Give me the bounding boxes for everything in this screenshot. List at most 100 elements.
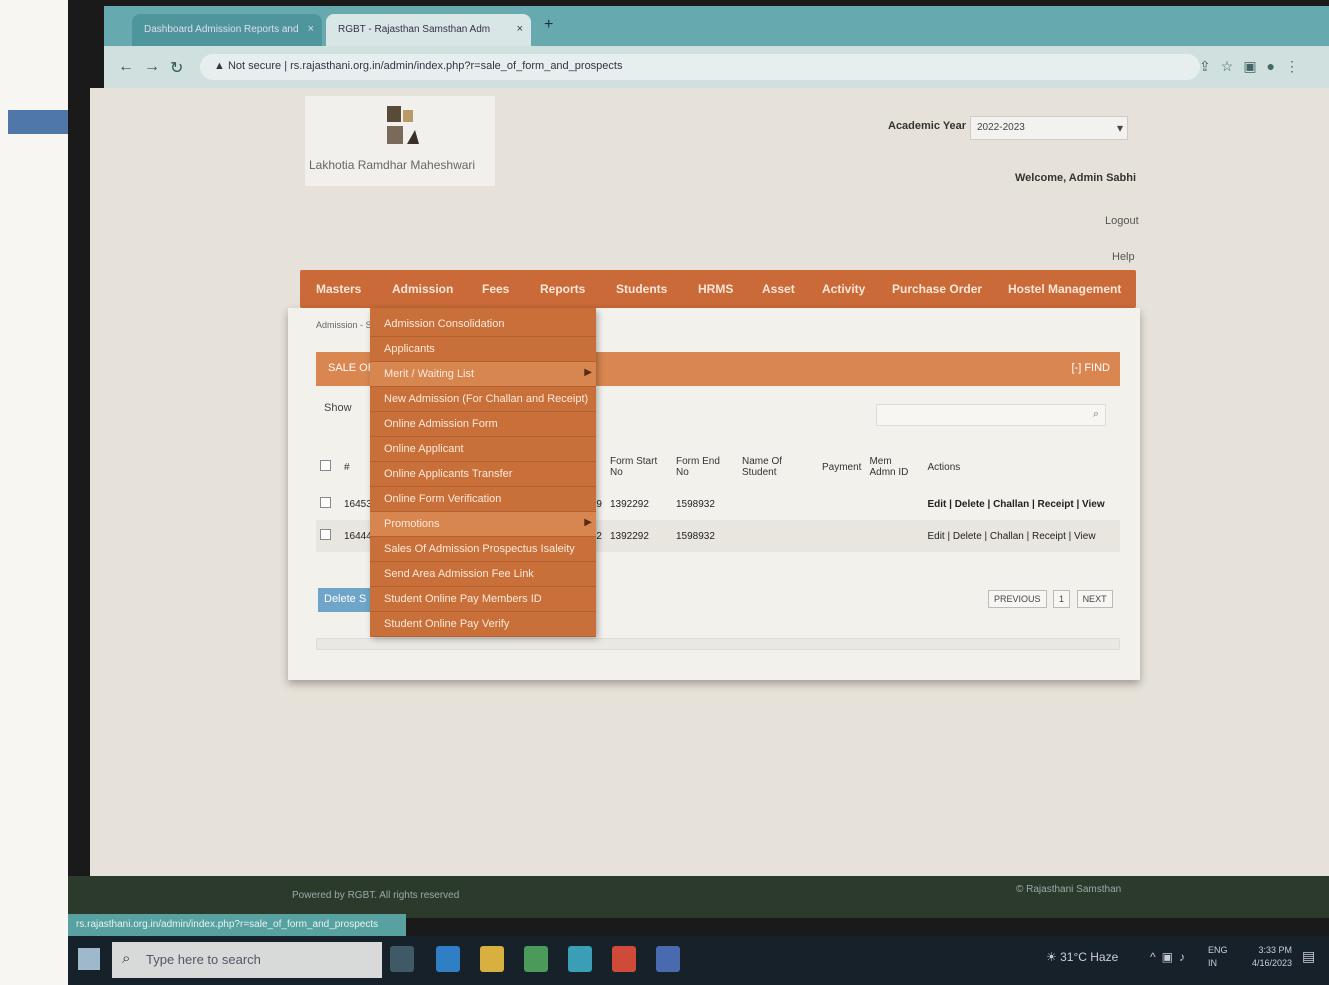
col-student-name[interactable]: Name Of Student	[738, 446, 818, 488]
menu-item-label: Online Applicant	[384, 443, 464, 455]
menu-item-admission-consolidation[interactable]: Admission Consolidation	[370, 312, 596, 337]
col-payment[interactable]: Payment	[818, 446, 865, 488]
menu-item-label: Online Applicants Transfer	[384, 468, 513, 480]
row-actions[interactable]: Edit | Delete | Challan | Receipt | View	[923, 488, 1120, 520]
sun-icon: ☀	[1046, 950, 1061, 964]
close-icon[interactable]: ×	[308, 23, 314, 35]
forward-icon[interactable]: →	[144, 58, 160, 76]
row-form-start: 1392292	[610, 498, 649, 510]
clock-time: 3:33 PM	[1258, 945, 1292, 955]
previous-page-button[interactable]: PREVIOUS	[988, 590, 1047, 608]
menu-item-label: Student Online Pay Members ID	[384, 593, 542, 605]
taskbar-search[interactable]: ⌕ Type here to search	[112, 942, 382, 978]
menu-item-label: Send Area Admission Fee Link	[384, 568, 534, 580]
row-payment	[818, 488, 865, 520]
file-explorer-icon[interactable]	[480, 946, 504, 972]
help-link[interactable]: Help	[1112, 251, 1135, 263]
menu-item-send-area-admission-fee-link[interactable]: Send Area Admission Fee Link	[370, 562, 596, 587]
language-top: ENG	[1208, 945, 1228, 955]
reload-icon[interactable]: ↻	[170, 58, 183, 78]
warning-icon: ▲	[214, 60, 225, 72]
row-payment	[818, 520, 866, 552]
menu-item-label: Merit / Waiting List	[384, 368, 475, 380]
school-name: Lakhotia Ramdhar Maheshwari	[309, 158, 476, 172]
nav-asset[interactable]: Asset	[762, 282, 795, 296]
menu-item-label: Sales Of Admission Prospectus Isaleity	[384, 543, 575, 555]
tab-label: RGBT - Rajasthan Samsthan Adm	[338, 24, 491, 35]
show-entries-label: Show	[324, 402, 352, 414]
logout-link[interactable]: Logout	[1105, 215, 1139, 227]
browser-tab-bar: Dashboard Admission Reports and × RGBT -…	[104, 6, 1329, 46]
edge-icon[interactable]	[436, 946, 460, 972]
nav-masters[interactable]: Masters	[316, 282, 361, 296]
close-icon[interactable]: ×	[517, 23, 523, 35]
row-mem-admn-id	[865, 488, 923, 520]
select-all-checkbox[interactable]	[320, 460, 331, 471]
taskbar-search-placeholder: Type here to search	[146, 952, 261, 967]
nav-purchase-order[interactable]: Purchase Order	[892, 282, 982, 296]
nav-hrms[interactable]: HRMS	[698, 282, 733, 296]
menu-item-sales-of-admission-prospectus[interactable]: Sales Of Admission Prospectus Isaleity	[370, 537, 596, 562]
row-student-name	[738, 520, 818, 552]
menu-item-online-form-verification[interactable]: Online Form Verification	[370, 487, 596, 512]
menu-item-online-admission-form[interactable]: Online Admission Form	[370, 412, 596, 437]
welcome-text: Welcome, Admin Sabhi	[1015, 172, 1137, 184]
panel-controls[interactable]: [-] FIND	[1072, 362, 1111, 374]
language-indicator[interactable]: ENG IN	[1208, 944, 1228, 970]
browser-toolbar-icons[interactable]: ⇪☆▣●⋮	[1199, 58, 1309, 75]
delete-selected-button[interactable]: Delete S	[318, 588, 376, 612]
back-icon[interactable]: ←	[118, 58, 134, 76]
menu-item-label: Student Online Pay Verify	[384, 618, 510, 630]
row-form-start: 1392292	[606, 520, 672, 552]
menu-item-student-online-pay-verify[interactable]: Student Online Pay Verify	[370, 612, 596, 637]
nav-reports[interactable]: Reports	[540, 282, 585, 296]
col-form-start[interactable]: Form Start No	[606, 446, 672, 488]
academic-year-label: Academic Year :	[888, 120, 973, 132]
menu-item-new-admission[interactable]: New Admission (For Challan and Receipt)	[370, 387, 596, 412]
nav-fees[interactable]: Fees	[482, 282, 509, 296]
chrome-icon[interactable]	[612, 946, 636, 972]
next-page-button[interactable]: NEXT	[1076, 590, 1113, 608]
page-number-button[interactable]: 1	[1053, 590, 1071, 608]
weather-widget[interactable]: ☀ 31°C Haze	[1046, 950, 1118, 964]
store-icon[interactable]	[524, 946, 548, 972]
nav-activity[interactable]: Activity	[822, 282, 865, 296]
col-form-end[interactable]: Form End No	[672, 446, 738, 488]
language-bottom: IN	[1208, 958, 1217, 968]
row-checkbox[interactable]	[320, 497, 331, 508]
url-input[interactable]: ▲ Not secure | rs.rajasthani.org.in/admi…	[200, 54, 1200, 80]
browser-tab-2[interactable]: RGBT - Rajasthan Samsthan Adm ×	[326, 14, 531, 46]
row-mem-admn-id	[865, 520, 924, 552]
taskbar: ⌕ Type here to search ☀ 31°C Haze ^▣♪ EN…	[68, 936, 1329, 985]
academic-year-select[interactable]: 2022-2023 ▾	[970, 116, 1128, 140]
menu-item-merit-waiting-list[interactable]: Merit / Waiting List ▶	[370, 362, 596, 387]
row-form-end: 1598932	[676, 498, 715, 510]
task-view-icon[interactable]	[390, 946, 414, 972]
nav-students[interactable]: Students	[616, 282, 667, 296]
menu-item-online-applicants-transfer[interactable]: Online Applicants Transfer	[370, 462, 596, 487]
nav-admission[interactable]: Admission	[392, 282, 453, 296]
notification-icon[interactable]: ▤	[1302, 948, 1315, 965]
app-icon[interactable]	[656, 946, 680, 972]
menu-item-online-applicant[interactable]: Online Applicant	[370, 437, 596, 462]
taskbar-clock[interactable]: 3:33 PM 4/16/2023	[1236, 944, 1292, 970]
search-input[interactable]: ⌕	[876, 404, 1106, 426]
row-form-end: 1598932	[672, 520, 738, 552]
col-mem-admn-id[interactable]: Mem Admn ID	[865, 446, 923, 488]
row-checkbox[interactable]	[320, 529, 331, 540]
menu-item-promotions[interactable]: Promotions ▶	[370, 512, 596, 537]
windows-start-icon[interactable]	[78, 948, 100, 970]
menu-item-label: Admission Consolidation	[384, 318, 505, 330]
horizontal-scrollbar[interactable]	[316, 638, 1120, 650]
menu-item-label: Applicants	[384, 343, 435, 355]
new-tab-icon[interactable]: +	[544, 16, 553, 34]
browser-tab-1[interactable]: Dashboard Admission Reports and ×	[132, 14, 322, 46]
menu-item-label: New Admission (For Challan and Receipt)	[384, 393, 589, 405]
menu-item-student-online-pay-members-id[interactable]: Student Online Pay Members ID	[370, 587, 596, 612]
system-tray-icons[interactable]: ^▣♪	[1150, 950, 1191, 964]
row-actions[interactable]: Edit | Delete | Challan | Receipt | View	[923, 520, 1120, 552]
mail-icon[interactable]	[568, 946, 592, 972]
footer-powered-by: Powered by RGBT. All rights reserved	[292, 890, 460, 901]
menu-item-applicants[interactable]: Applicants	[370, 337, 596, 362]
nav-hostel-management[interactable]: Hostel Management	[1008, 282, 1121, 296]
